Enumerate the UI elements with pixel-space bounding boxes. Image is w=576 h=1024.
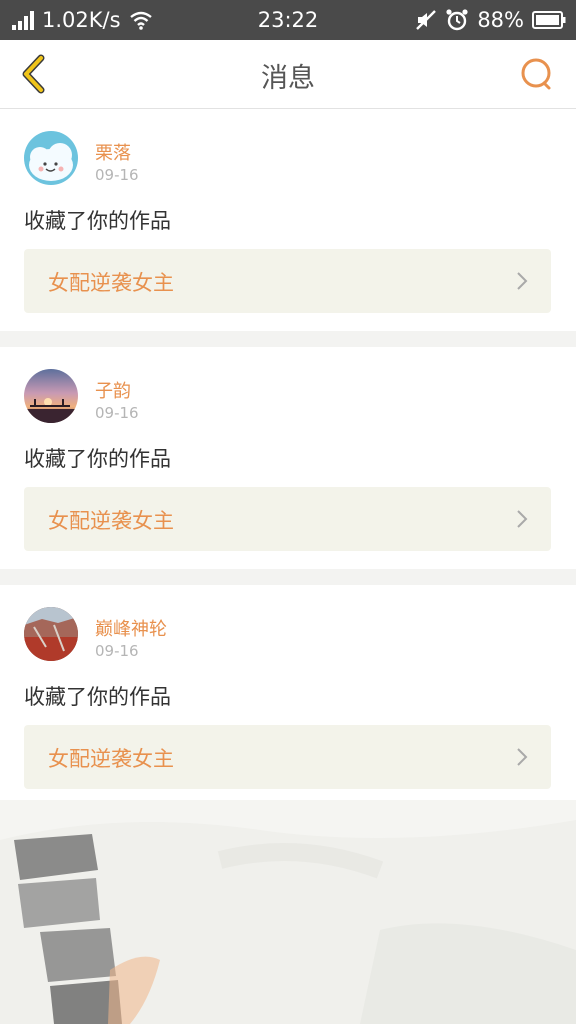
message-card: 巅峰神轮 09-16 收藏了你的作品 女配逆袭女主 [0,585,576,807]
avatar[interactable] [24,131,78,185]
message-text: 收藏了你的作品 [24,209,171,233]
message-date: 09-16 [95,404,139,422]
page-title: 消息 [261,63,315,94]
battery-icon [532,11,566,29]
mute-icon [416,10,437,30]
sender-name[interactable]: 子韵 [95,377,131,403]
search-button[interactable] [514,52,558,96]
message-card: 子韵 09-16 收藏了你的作品 女配逆袭女主 [0,347,576,569]
message-card: 栗落 09-16 收藏了你的作品 女配逆袭女主 [0,109,576,331]
avatar[interactable] [24,369,78,423]
message-text: 收藏了你的作品 [24,685,171,709]
chevron-right-icon [517,748,528,766]
search-icon [521,58,551,90]
work-link[interactable]: 女配逆袭女主 [24,249,551,313]
sender-name[interactable]: 栗落 [95,139,131,165]
work-link[interactable]: 女配逆袭女主 [24,725,551,789]
ink-painting-decoration [0,800,576,1024]
work-title: 女配逆袭女主 [48,747,174,771]
message-date: 09-16 [95,166,139,184]
sender-name[interactable]: 巅峰神轮 [95,615,167,641]
status-bar: 1.02K/s 23:22 88% [0,0,576,40]
alarm-icon [446,9,468,31]
work-title: 女配逆袭女主 [48,271,174,295]
work-title: 女配逆袭女主 [48,509,174,533]
chevron-right-icon [517,272,528,290]
work-link[interactable]: 女配逆袭女主 [24,487,551,551]
message-list: 栗落 09-16 收藏了你的作品 女配逆袭女主 子韵 09-16 收藏了你的作品… [0,109,576,823]
message-date: 09-16 [95,642,139,660]
avatar[interactable] [24,607,78,661]
top-nav-bar: 消息 [0,40,576,109]
chevron-right-icon [517,510,528,528]
battery-percent: 88% [477,8,524,32]
status-right: 88% [415,8,566,32]
message-text: 收藏了你的作品 [24,447,171,471]
